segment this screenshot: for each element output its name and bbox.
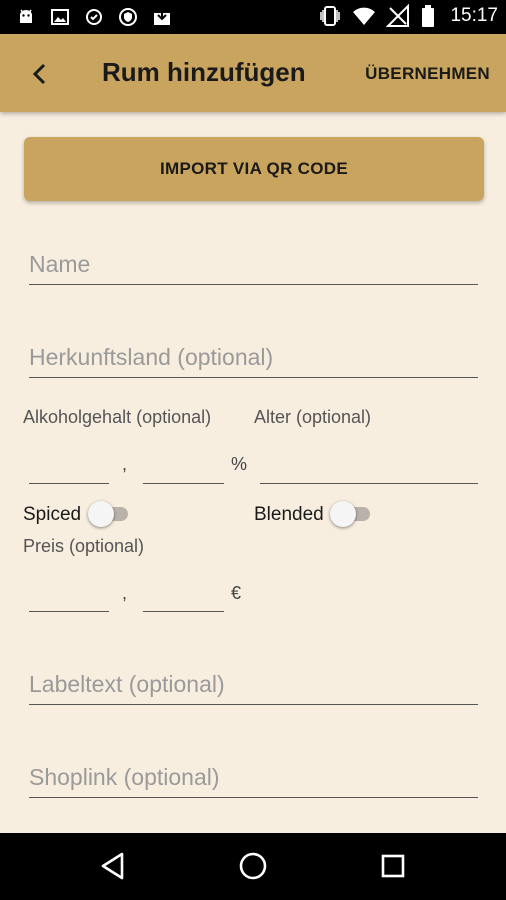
name-field[interactable]: Name	[29, 236, 478, 285]
price-label: Preis (optional)	[23, 536, 145, 556]
apply-button[interactable]: ÜBERNEHMEN	[365, 64, 490, 84]
no-signal-icon	[386, 4, 410, 27]
alcohol-decimal-separator: ,	[122, 454, 128, 474]
country-field[interactable]: Herkunftsland (optional)	[29, 329, 478, 378]
shoplink-field[interactable]: Shoplink (optional)	[29, 749, 478, 798]
status-time: 15:17	[450, 5, 498, 26]
android-icon	[20, 9, 32, 23]
price-decimal-separator: ,	[122, 583, 128, 603]
blended-toggle-thumb	[330, 501, 356, 527]
age-input[interactable]	[260, 446, 478, 484]
battery-icon	[422, 5, 435, 27]
country-placeholder: Herkunftsland (optional)	[29, 344, 274, 370]
arrow-back-icon[interactable]	[26, 60, 54, 88]
app-bar: Rum hinzufügen ÜBERNEHMEN	[0, 34, 506, 112]
download-icon	[154, 9, 170, 25]
image-icon	[51, 9, 69, 25]
age-label: Alter (optional)	[254, 407, 372, 427]
sync-icon	[86, 9, 102, 25]
spiced-label: Spiced	[23, 504, 82, 525]
price-decimal-input[interactable]	[143, 574, 224, 612]
nav-recents-icon[interactable]	[376, 849, 410, 883]
shoplink-placeholder: Shoplink (optional)	[29, 764, 220, 790]
alcohol-label: Alkoholgehalt (optional)	[23, 407, 212, 427]
name-placeholder: Name	[29, 251, 91, 277]
label-text-placeholder: Labeltext (optional)	[29, 671, 225, 697]
spiced-toggle[interactable]	[88, 501, 134, 527]
system-icons: 15:17	[318, 4, 498, 28]
blended-toggle[interactable]	[330, 501, 376, 527]
status-bar: 15:17	[0, 0, 506, 34]
nav-back-icon[interactable]	[96, 849, 130, 883]
notification-icons	[16, 7, 172, 27]
currency-unit: €	[231, 583, 242, 603]
navigation-bar	[0, 833, 506, 900]
percent-unit: %	[231, 454, 248, 474]
nav-home-icon[interactable]	[236, 849, 270, 883]
page-title: Rum hinzufügen	[102, 57, 306, 87]
spiced-toggle-thumb	[88, 501, 114, 527]
alcohol-integer-input[interactable]	[29, 446, 109, 484]
shield-icon	[119, 8, 137, 26]
blended-label: Blended	[254, 504, 324, 525]
import-qr-button[interactable]: IMPORT VIA QR CODE	[24, 137, 484, 201]
vibrate-icon	[320, 6, 341, 26]
alcohol-decimal-input[interactable]	[143, 446, 224, 484]
price-integer-input[interactable]	[29, 574, 109, 612]
wifi-icon	[353, 7, 376, 25]
label-text-field[interactable]: Labeltext (optional)	[29, 656, 478, 705]
